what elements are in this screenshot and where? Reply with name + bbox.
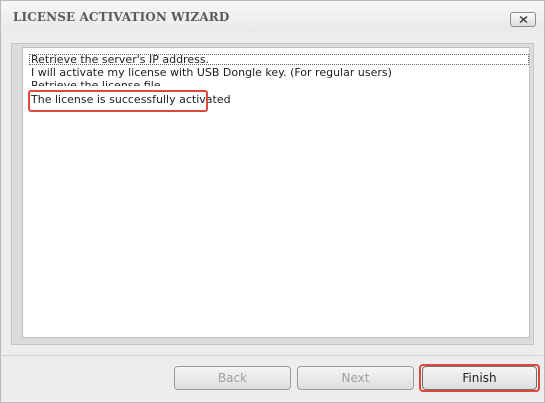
log-line-retrieve-ip: Retrieve the server's IP address. bbox=[31, 53, 210, 66]
title-bar: LICENSE ACTIVATION WIZARD bbox=[1, 1, 544, 33]
back-button[interactable]: Back bbox=[174, 366, 291, 390]
close-x-icon bbox=[519, 16, 528, 23]
success-highlight bbox=[28, 90, 208, 112]
next-button[interactable]: Next bbox=[297, 366, 414, 390]
finish-highlight bbox=[419, 364, 540, 392]
dialog-title: LICENSE ACTIVATION WIZARD bbox=[13, 10, 230, 24]
log-line-usb-dongle: I will activate my license with USB Dong… bbox=[31, 66, 392, 79]
close-button[interactable] bbox=[510, 12, 536, 27]
log-line-retrieve-license: Retrieve the license file. bbox=[31, 80, 164, 86]
footer-divider bbox=[0, 355, 543, 356]
